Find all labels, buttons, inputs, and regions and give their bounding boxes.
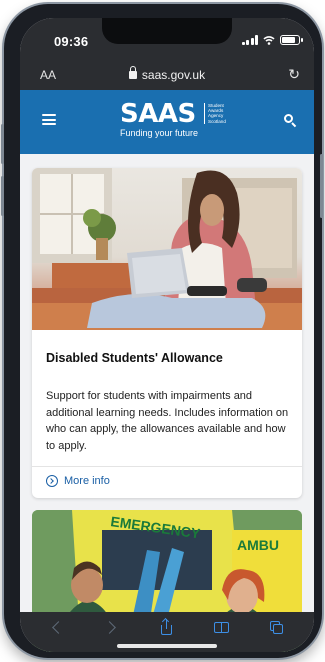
status-icons — [241, 35, 303, 45]
browser-url-bar[interactable]: AA saas.gov.uk ↻ — [20, 60, 314, 90]
phone-frame: 09:36 AA saas.gov.uk ↻ SAAS Student Awar… — [1, 4, 323, 658]
card-divider — [32, 466, 302, 467]
saas-logo[interactable]: SAAS Student Awards Agency Scotland Fund… — [120, 99, 226, 138]
home-indicator[interactable] — [117, 644, 217, 648]
dsa-card: Disabled Students' Allowance Support for… — [32, 168, 302, 498]
status-bar: 09:36 — [20, 18, 314, 60]
share-icon[interactable] — [155, 617, 179, 638]
more-info-label: More info — [64, 475, 110, 487]
site-header: SAAS Student Awards Agency Scotland Fund… — [20, 90, 314, 154]
back-arrow-icon[interactable] — [45, 618, 69, 638]
status-time: 09:36 — [54, 34, 89, 49]
card-photo — [32, 168, 302, 330]
book-icon[interactable] — [210, 618, 234, 638]
lock-icon — [128, 66, 137, 79]
logo-word: SAAS — [120, 99, 196, 129]
wifi-icon — [263, 36, 275, 45]
chevron-circle-icon — [46, 475, 58, 487]
signal-icon — [241, 35, 258, 45]
notch — [102, 18, 232, 44]
battery-icon — [280, 35, 303, 45]
url-text: saas.gov.uk — [141, 68, 206, 82]
url-field[interactable]: saas.gov.uk — [20, 66, 314, 82]
card-description: Support for students with impairments an… — [46, 390, 289, 452]
volume-down-button — [1, 176, 4, 216]
search-icon[interactable] — [284, 114, 297, 128]
forward-arrow-icon[interactable] — [100, 618, 124, 638]
more-info-link[interactable]: More info — [46, 475, 110, 487]
volume-up-button — [1, 124, 4, 164]
student-with-laptop-illustration — [32, 168, 302, 330]
logo-sub-text: Student Awards Agency Scotland — [204, 103, 238, 124]
reload-icon[interactable]: ↻ — [288, 66, 300, 83]
hamburger-icon[interactable] — [42, 114, 56, 125]
phone-screen: 09:36 AA saas.gov.uk ↻ SAAS Student Awar… — [20, 18, 314, 652]
tabs-icon[interactable] — [265, 618, 289, 638]
logo-tagline: Funding your future — [120, 128, 199, 138]
ambu-label: AMBU — [237, 537, 279, 553]
power-button — [320, 154, 323, 218]
card-title[interactable]: Disabled Students' Allowance — [46, 351, 223, 365]
